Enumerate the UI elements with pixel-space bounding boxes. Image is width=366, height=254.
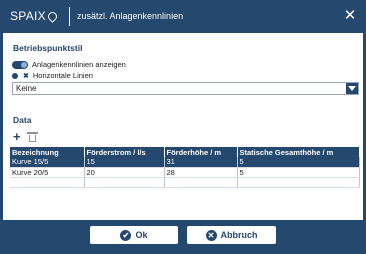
anlagenkennlinien-toggle-row[interactable]: Anlagenkennlinien anzeigen xyxy=(12,60,126,69)
ok-button[interactable]: ✔ Ok xyxy=(89,225,179,245)
dot-icon xyxy=(12,72,18,79)
table-row-empty[interactable] xyxy=(10,177,360,188)
trash-icon[interactable] xyxy=(26,132,38,142)
x-marker-icon: ✖ xyxy=(23,72,29,80)
cancel-icon: ✕ xyxy=(205,229,217,241)
spaix-logo: SPAIX xyxy=(10,9,59,23)
column-header[interactable]: Statische Gesamthöhe / m xyxy=(237,147,360,157)
title-separator xyxy=(69,7,70,26)
table-row[interactable]: Kurve 20/5 20 28 5 xyxy=(10,167,360,178)
legend-label: Horizontale Linien xyxy=(32,71,93,80)
table-cell[interactable]: 31 xyxy=(164,157,238,168)
dialog-title: zusätzl. Anlagenkennlinien xyxy=(77,11,184,21)
table-cell[interactable]: 15 xyxy=(84,157,165,168)
ok-label: Ok xyxy=(135,230,148,240)
column-header[interactable]: Förderhöhe / m xyxy=(164,147,238,157)
data-table: Bezeichnung Förderstrom / l/s Förderhöhe… xyxy=(10,147,360,188)
close-icon[interactable]: ✕ xyxy=(342,8,358,24)
select-value: Keine xyxy=(16,84,37,93)
table-cell[interactable]: 5 xyxy=(237,167,360,178)
table-cell[interactable]: 5 xyxy=(237,157,360,168)
anlagenkennlinien-toggle[interactable] xyxy=(12,60,28,69)
dialog: SPAIX zusätzl. Anlagenkennlinien ✕ Betri… xyxy=(0,0,366,254)
table-cell[interactable]: Kurve 15/5 xyxy=(10,157,85,168)
section-title-betriebspunktstil: Betriebspunktstil xyxy=(13,43,83,53)
title-bar: SPAIX zusätzl. Anlagenkennlinien ✕ xyxy=(0,0,366,33)
section-title-data: Data xyxy=(13,115,32,125)
dialog-body: Betriebspunktstil Anlagenkennlinien anze… xyxy=(3,33,363,220)
table-header-row: Bezeichnung Förderstrom / l/s Förderhöhe… xyxy=(10,147,360,157)
table-cell[interactable]: Kurve 20/5 xyxy=(10,167,85,178)
cancel-button[interactable]: ✕ Abbruch xyxy=(186,225,277,245)
column-header[interactable]: Förderstrom / l/s xyxy=(84,147,165,157)
add-icon[interactable]: + xyxy=(13,130,21,143)
dropdown-arrow-icon[interactable] xyxy=(346,83,358,94)
checkmark-icon: ✔ xyxy=(120,229,132,241)
column-header[interactable]: Bezeichnung xyxy=(10,147,85,157)
data-toolbar: + xyxy=(13,130,38,143)
betriebspunktstil-select[interactable]: Keine xyxy=(12,82,359,95)
toggle-label: Anlagenkennlinien anzeigen xyxy=(32,60,126,69)
table-cell[interactable]: 28 xyxy=(164,167,238,178)
table-cell[interactable]: 20 xyxy=(84,167,165,178)
cancel-label: Abbruch xyxy=(220,230,258,240)
legend-row: ✖ Horizontale Linien xyxy=(12,71,93,80)
drop-icon xyxy=(46,10,59,23)
table-row[interactable]: Kurve 15/5 15 31 5 xyxy=(10,157,360,168)
